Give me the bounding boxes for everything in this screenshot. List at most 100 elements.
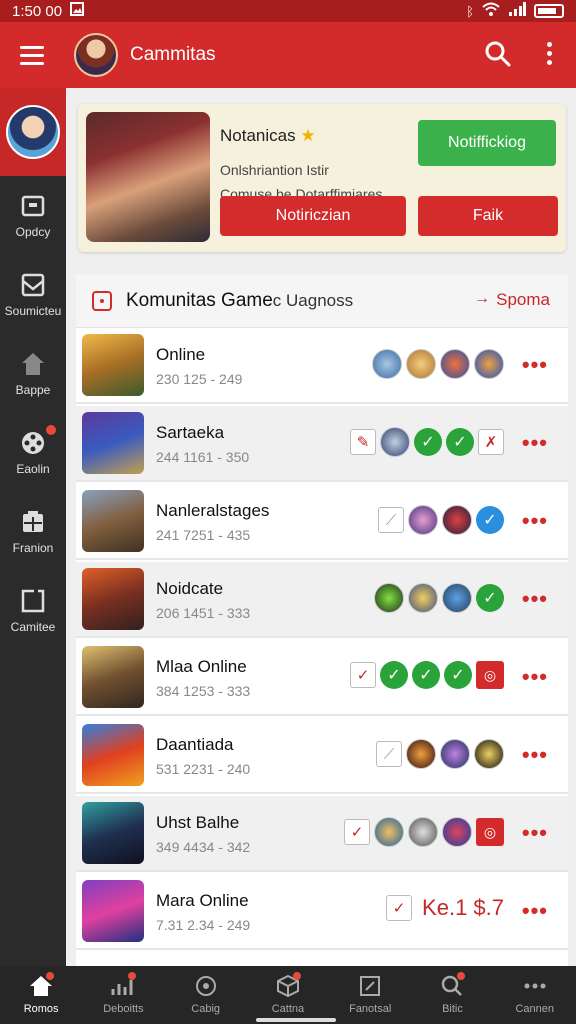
member-avatars: ✓: [374, 583, 504, 613]
notification-dot: [292, 972, 301, 980]
envelope-icon: [21, 273, 45, 296]
grid-icon: [23, 510, 43, 532]
check-checkbox[interactable]: ✓: [386, 895, 413, 921]
member-avatar: [408, 583, 438, 613]
game-row[interactable]: Uhst Balhe 349 4434 - 342 ✓ ◎ •••: [76, 796, 568, 872]
home-icon: [22, 352, 44, 375]
edit-checkbox[interactable]: ✎: [350, 429, 376, 455]
alert-icon[interactable]: ◎: [476, 818, 504, 846]
notification-dot: [46, 972, 54, 980]
overflow-menu-button[interactable]: [547, 42, 552, 65]
home-indicator[interactable]: [256, 1018, 336, 1022]
game-row[interactable]: Daantiada 531 2231 - 240 ⟋ •••: [76, 718, 568, 794]
close-checkbox[interactable]: ✗: [478, 429, 504, 455]
nav-item-6[interactable]: Cannen: [494, 966, 576, 1024]
community-link[interactable]: Spoma: [496, 290, 550, 310]
more-options-button[interactable]: •••: [522, 898, 548, 924]
side-rail: Opdcy Soumicteu Bappe Eaolin Franion Cam…: [0, 88, 66, 966]
rail-item-2[interactable]: Bappe: [0, 334, 66, 413]
game-thumbnail: [82, 568, 144, 630]
notification-hero-image: [86, 112, 210, 242]
member-avatar: [380, 427, 410, 457]
member-avatar: [374, 583, 404, 613]
more-options-button[interactable]: •••: [522, 664, 548, 690]
game-stats: 241 7251 - 435: [156, 527, 251, 543]
game-stats: 7.31 2.34 - 249: [156, 917, 251, 933]
game-stats: 384 1253 - 333: [156, 683, 251, 699]
community-header: Komunitas Gamec Uagnoss → Spoma: [76, 274, 568, 328]
check-icon: ✓: [476, 584, 504, 612]
game-name: Noidcate: [156, 579, 224, 598]
check-icon: ✓: [476, 506, 504, 534]
more-options-button[interactable]: •••: [522, 586, 548, 612]
bottom-navigation: Romos Deboitts Cabig Cattna Fanotsal Bit…: [0, 966, 576, 1024]
rail-item-1[interactable]: Soumicteu: [0, 255, 66, 334]
compass-icon: [195, 976, 216, 996]
game-thumbnail: [82, 646, 144, 708]
member-avatar: [374, 817, 404, 847]
member-avatar: [474, 739, 504, 769]
status-bar: 1:50 00 ᛒ: [0, 0, 576, 22]
search-icon: [485, 41, 511, 67]
more-options-button[interactable]: •••: [522, 430, 548, 456]
more-icon: [524, 983, 546, 989]
edit-checkbox[interactable]: ⟋: [376, 741, 402, 767]
check-checkbox[interactable]: ✓: [344, 819, 370, 845]
check-icon: ✓: [444, 661, 472, 689]
game-row[interactable]: Mlaa Online 384 1253 - 333 ✓ ✓ ✓ ✓ ◎ •••: [76, 640, 568, 716]
more-options-button[interactable]: •••: [522, 820, 548, 846]
check-checkbox[interactable]: ✓: [350, 662, 376, 688]
notification-card: Notanicas ★ Onlshriantion Istir Comuse b…: [78, 104, 566, 252]
rail-item-5[interactable]: Camitee: [0, 571, 66, 650]
star-icon: ★: [300, 126, 316, 145]
member-avatar: [440, 739, 470, 769]
arrow-right-icon: →: [474, 290, 490, 307]
member-avatars: ✓ ◎: [344, 817, 504, 847]
game-row[interactable]: Sartaeka 244 1161 - 350 ✎ ✓ ✓ ✗ •••: [76, 406, 568, 482]
member-avatars: ⟋ ✓: [378, 505, 504, 535]
app-title: Cammitas: [130, 44, 216, 65]
check-icon: ✓: [414, 428, 442, 456]
more-options-button[interactable]: •••: [522, 352, 548, 378]
profile-tile[interactable]: [0, 88, 66, 176]
game-thumbnail: [82, 334, 144, 396]
nav-item-4[interactable]: Fanotsal: [329, 966, 411, 1024]
app-avatar[interactable]: [74, 33, 118, 77]
menu-button[interactable]: [0, 22, 64, 88]
notify-primary-button[interactable]: Notiffickiog: [418, 120, 556, 166]
member-avatars: ✎ ✓ ✓ ✗: [350, 427, 504, 457]
alert-icon[interactable]: ◎: [476, 661, 504, 689]
inbox-icon: [21, 195, 45, 216]
rail-item-4[interactable]: Franion: [0, 492, 66, 571]
more-options-button[interactable]: •••: [522, 742, 548, 768]
nav-item-3[interactable]: Cattna: [247, 966, 329, 1024]
nav-item-0[interactable]: Romos: [0, 966, 82, 1024]
member-avatar: [408, 505, 438, 535]
game-stats: 230 125 - 249: [156, 371, 243, 387]
search-button[interactable]: [484, 40, 512, 73]
notify-secondary-button[interactable]: Notiriczian: [220, 196, 406, 236]
game-stats: 206 1451 - 333: [156, 605, 251, 621]
notify-tertiary-button[interactable]: Faik: [418, 196, 558, 236]
gallery-icon: [70, 2, 85, 20]
rail-item-3[interactable]: Eaolin: [0, 413, 66, 492]
nav-item-1[interactable]: Deboitts: [82, 966, 164, 1024]
more-options-button[interactable]: •••: [522, 508, 548, 534]
nav-item-5[interactable]: Bitic: [411, 966, 493, 1024]
game-row[interactable]: Online 230 125 - 249 •••: [76, 328, 568, 404]
game-row[interactable]: Noidcate 206 1451 - 333 ✓ •••: [76, 562, 568, 638]
clock: 1:50 00: [12, 2, 63, 20]
rail-item-0[interactable]: Opdcy: [0, 176, 66, 255]
member-avatars: ✓ ✓ ✓ ✓ ◎: [350, 661, 504, 689]
nav-item-2[interactable]: Cabig: [165, 966, 247, 1024]
check-icon: ✓: [446, 428, 474, 456]
game-row[interactable]: Nanleralstages 241 7251 - 435 ⟋ ✓ •••: [76, 484, 568, 560]
game-row[interactable]: Mara Online 7.31 2.34 - 249 ✓ Ke.1 $.7 •…: [76, 874, 568, 950]
game-thumbnail: [82, 802, 144, 864]
bluetooth-icon: ᛒ: [466, 3, 474, 19]
edit-checkbox[interactable]: ⟋: [378, 507, 404, 533]
notification-dot: [46, 425, 56, 435]
game-name: Daantiada: [156, 735, 234, 754]
signal-icon: [508, 2, 526, 20]
game-stats: 244 1161 - 350: [156, 449, 250, 465]
